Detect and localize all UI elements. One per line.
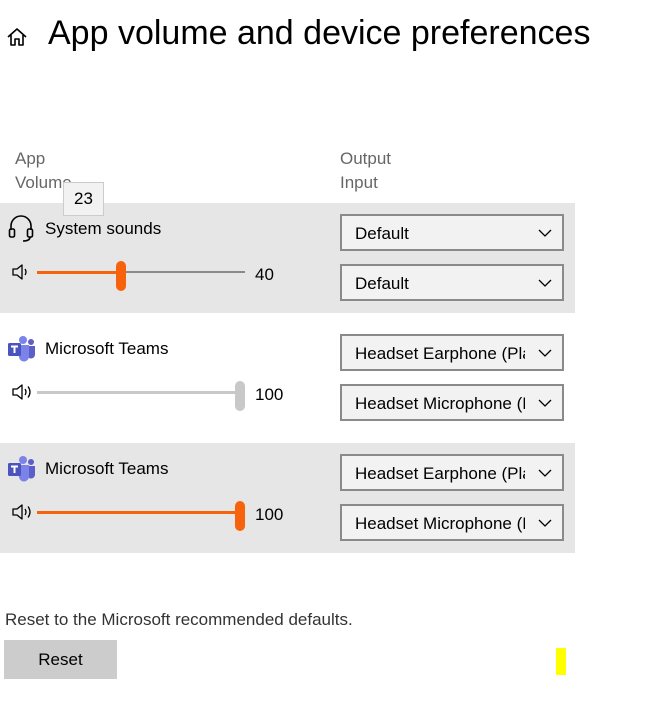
output-header-line: Output <box>340 149 392 168</box>
app-name: Microsoft Teams <box>45 459 169 478</box>
volume-value: 40 <box>255 265 274 284</box>
speaker-icon[interactable] <box>11 383 33 401</box>
output-device-dropdown[interactable]: Headset Earphone (Plantronics <box>340 454 564 491</box>
chevron-down-icon <box>538 349 552 357</box>
slider-fill <box>37 511 240 514</box>
output-device-dropdown[interactable]: Headset Earphone (Plantronics <box>340 334 564 371</box>
device-column-header: Output Input <box>340 147 391 195</box>
reset-button[interactable]: Reset <box>4 640 117 679</box>
slider-thumb[interactable] <box>116 261 127 291</box>
app-row-microsoft-teams: Microsoft Teams 100 Headset Earphone (Pl… <box>0 323 575 433</box>
dropdown-selected-value: Headset Microphone (Plantronics <box>355 394 525 413</box>
slider-thumb[interactable] <box>235 501 245 531</box>
slider-fill <box>37 271 122 274</box>
chevron-down-icon <box>538 519 552 527</box>
input-header-line: Input <box>340 173 378 192</box>
app-name: System sounds <box>45 219 162 238</box>
speaker-icon[interactable] <box>11 503 33 521</box>
dropdown-selected-value: Headset Microphone (Plantronics <box>355 514 525 533</box>
teams-icon <box>8 456 36 482</box>
chevron-down-icon <box>538 469 552 477</box>
volume-value: 100 <box>255 505 284 524</box>
chevron-down-icon <box>538 229 552 237</box>
page-title: App volume and device preferences <box>48 14 591 52</box>
dropdown-selected-value: Headset Earphone (Plantronics <box>355 344 525 363</box>
input-device-dropdown[interactable]: Default <box>340 264 564 301</box>
input-device-dropdown[interactable]: Headset Microphone (Plantronics <box>340 504 564 541</box>
dropdown-selected-value: Default <box>355 274 409 293</box>
slider-fill <box>37 391 240 394</box>
slider-thumb[interactable] <box>235 381 245 411</box>
volume-tooltip: 23 <box>63 182 104 216</box>
app-row-microsoft-teams: Microsoft Teams 100 Headset Earphone (Pl… <box>0 443 575 553</box>
highlight-marker <box>556 648 566 675</box>
volume-slider[interactable] <box>37 261 245 291</box>
volume-slider[interactable] <box>37 381 245 411</box>
chevron-down-icon <box>538 279 552 287</box>
app-header-line: App <box>15 149 46 168</box>
app-row-system-sounds: System sounds 40 Default Default <box>0 203 575 313</box>
volume-value: 100 <box>255 385 284 404</box>
volume-slider[interactable] <box>37 501 245 531</box>
headset-icon <box>8 215 34 242</box>
reset-description: Reset to the Microsoft recommended defau… <box>5 610 353 629</box>
teams-icon <box>8 336 36 362</box>
output-device-dropdown[interactable]: Default <box>340 214 564 251</box>
input-device-dropdown[interactable]: Headset Microphone (Plantronics <box>340 384 564 421</box>
speaker-icon[interactable] <box>11 263 33 281</box>
dropdown-selected-value: Headset Earphone (Plantronics <box>355 464 525 483</box>
home-icon[interactable] <box>5 25 29 49</box>
app-name: Microsoft Teams <box>45 339 169 358</box>
dropdown-selected-value: Default <box>355 224 409 243</box>
chevron-down-icon <box>538 399 552 407</box>
